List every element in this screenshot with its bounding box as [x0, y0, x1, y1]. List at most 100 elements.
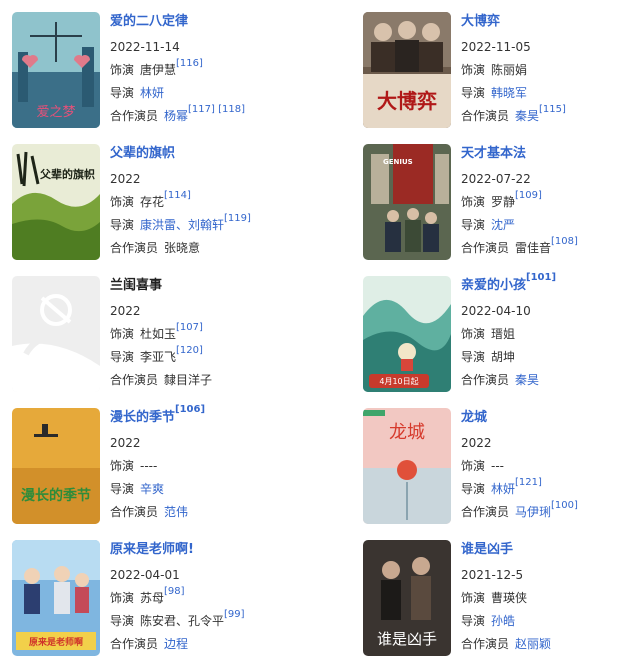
citation-ref[interactable]: [115]	[539, 104, 566, 115]
director-label: 导演	[110, 86, 135, 100]
work-title-link[interactable]: 谁是凶手	[461, 541, 641, 559]
costar-link[interactable]: 范伟	[164, 505, 188, 519]
role-name: ----	[140, 459, 158, 473]
svg-text:大博弈: 大博弈	[377, 89, 437, 113]
director-link[interactable]: 林妍	[491, 482, 515, 496]
release-date: 2022-11-05	[461, 40, 531, 54]
costar-label: 合作演员	[110, 241, 159, 255]
release-date: 2022-04-10	[461, 304, 531, 318]
director-label: 导演	[461, 482, 486, 496]
director-link[interactable]: 沈严	[491, 218, 515, 232]
director-label: 导演	[461, 218, 486, 232]
costar-name: 张晓意	[164, 241, 201, 255]
poster-image[interactable]: GENIUS	[363, 144, 451, 260]
costar-label: 合作演员	[461, 637, 510, 651]
citation-ref[interactable]: [120]	[176, 345, 203, 356]
citation-ref[interactable]: [100]	[551, 500, 578, 511]
release-date: 2022	[110, 304, 141, 318]
costar-link[interactable]: 马伊琍	[515, 505, 551, 519]
cast-label: 饰演	[461, 327, 486, 341]
citation-ref[interactable]: [107]	[176, 322, 203, 333]
cast-label: 饰演	[110, 591, 135, 605]
citation-ref[interactable]: [106]	[175, 404, 205, 415]
director-link[interactable]: 韩晓军	[491, 86, 527, 100]
role-name: 瑨姐	[491, 327, 516, 341]
svg-text:漫长的季节: 漫长的季节	[21, 487, 91, 504]
role-name: 唐伊慧	[140, 63, 177, 77]
director-label: 导演	[110, 614, 135, 628]
citation-ref[interactable]: [109]	[515, 190, 542, 201]
citation-ref[interactable]: [98]	[164, 586, 185, 597]
costar-link[interactable]: 赵丽颖	[515, 637, 551, 651]
poster-image[interactable]: 爱之梦	[12, 12, 100, 128]
citation-ref[interactable]: [117] [118]	[188, 104, 245, 115]
filmography-grid: 爱之梦 爱的二八定律 2022-11-14 饰演 唐伊慧[116] 导演 林妍 合作…	[0, 0, 641, 669]
work-title-link[interactable]: 天才基本法	[461, 145, 641, 163]
poster-image[interactable]: 大博弈	[363, 12, 451, 128]
citation-ref[interactable]: [119]	[224, 213, 251, 224]
costar-link[interactable]: 秦昊	[515, 373, 539, 387]
work-card: 兰闺喜事 2022 饰演 杜如玉[107] 导演 李亚飞[120] 合作演员 隸目洋子	[12, 276, 312, 396]
cast-label: 饰演	[461, 195, 486, 209]
costar-label: 合作演员	[461, 373, 510, 387]
director-link[interactable]: 康洪雷、刘翰轩	[140, 218, 224, 232]
work-card: 漫长的季节 漫长的季节[106] 2022 饰演 ---- 导演 辛爽 合作演员 范伟	[12, 405, 312, 528]
director-label: 导演	[110, 350, 135, 364]
poster-image[interactable]: 原来是老师啊	[12, 540, 100, 656]
release-date: 2022-04-01	[110, 568, 180, 582]
work-card: 爱之梦 爱的二八定律 2022-11-14 饰演 唐伊慧[116] 导演 林妍 合作…	[12, 12, 312, 132]
poster-image[interactable]: 4月10日起	[363, 276, 451, 392]
costar-name: 隸目洋子	[164, 373, 213, 387]
work-title-link[interactable]: 原来是老师啊!	[110, 541, 310, 559]
svg-text:原来是老师啊: 原来是老师啊	[29, 636, 83, 648]
director-label: 导演	[110, 218, 135, 232]
citation-ref[interactable]: [116]	[176, 58, 203, 69]
director-link[interactable]: 辛爽	[140, 482, 164, 496]
costar-link[interactable]: 边程	[164, 637, 188, 651]
role-name: 存花	[140, 195, 165, 209]
costar-link[interactable]: 秦昊	[515, 109, 539, 123]
work-title-link[interactable]: 亲爱的小孩[101]	[461, 273, 641, 295]
role-name: 苏母	[140, 591, 165, 605]
citation-ref[interactable]: [101]	[526, 272, 556, 283]
work-card: 大博弈 大博弈 2022-11-05 饰演 陈丽娟 导演 韩晓军 合作演员 秦昊[11…	[363, 12, 641, 132]
citation-ref[interactable]: [108]	[551, 236, 578, 247]
cast-label: 饰演	[461, 63, 486, 77]
costar-label: 合作演员	[461, 109, 510, 123]
work-card: 原来是老师啊 原来是老师啊! 2022-04-01 饰演 苏母[98] 导演 陈安君…	[12, 540, 312, 660]
release-date: 2022-11-14	[110, 40, 180, 54]
poster-image[interactable]: 父辈的旗帜	[12, 144, 100, 260]
costar-label: 合作演员	[461, 505, 510, 519]
svg-text:爱之梦: 爱之梦	[36, 105, 75, 120]
citation-ref[interactable]: [114]	[164, 190, 191, 201]
release-date: 2022-07-22	[461, 172, 531, 186]
role-name: 杜如玉	[140, 327, 177, 341]
director-link[interactable]: 孙皓	[491, 614, 515, 628]
work-title-link[interactable]: 漫长的季节[106]	[110, 405, 310, 427]
release-date: 2021-12-5	[461, 568, 524, 582]
work-card: 父辈的旗帜 父辈的旗帜 2022 饰演 存花[114] 导演 康洪雷、刘翰轩[119…	[12, 144, 312, 264]
svg-text:GENIUS: GENIUS	[383, 158, 413, 166]
role-name: 陈丽娟	[491, 63, 528, 77]
work-title-link[interactable]: 龙城	[461, 409, 641, 427]
work-card: 谁是凶手 谁是凶手 2021-12-5 饰演 曹瑛侠 导演 孙皓 合作演员 赵丽颖	[363, 540, 641, 660]
costar-link[interactable]: 杨幂	[164, 109, 188, 123]
poster-placeholder	[12, 276, 100, 392]
work-title-link[interactable]: 大博弈	[461, 13, 641, 31]
release-date: 2022	[110, 172, 141, 186]
cast-label: 饰演	[461, 591, 486, 605]
poster-image[interactable]: 漫长的季节	[12, 408, 100, 524]
role-name: ---	[491, 459, 505, 473]
poster-image[interactable]: 龙城	[363, 408, 451, 524]
director-name: 李亚飞	[140, 350, 177, 364]
citation-ref[interactable]: [121]	[515, 477, 542, 488]
citation-ref[interactable]: [99]	[224, 609, 245, 620]
director-link[interactable]: 林妍	[140, 86, 164, 100]
work-title-link[interactable]: 爱的二八定律	[110, 13, 310, 31]
work-title-link[interactable]: 父辈的旗帜	[110, 145, 310, 163]
work-card: 4月10日起 亲爱的小孩[101] 2022-04-10 饰演 瑨姐 导演 胡坤 合…	[363, 273, 641, 396]
poster-image[interactable]: 谁是凶手	[363, 540, 451, 656]
work-title: 兰闺喜事	[110, 278, 163, 293]
director-label: 导演	[110, 482, 135, 496]
director-label: 导演	[461, 350, 486, 364]
